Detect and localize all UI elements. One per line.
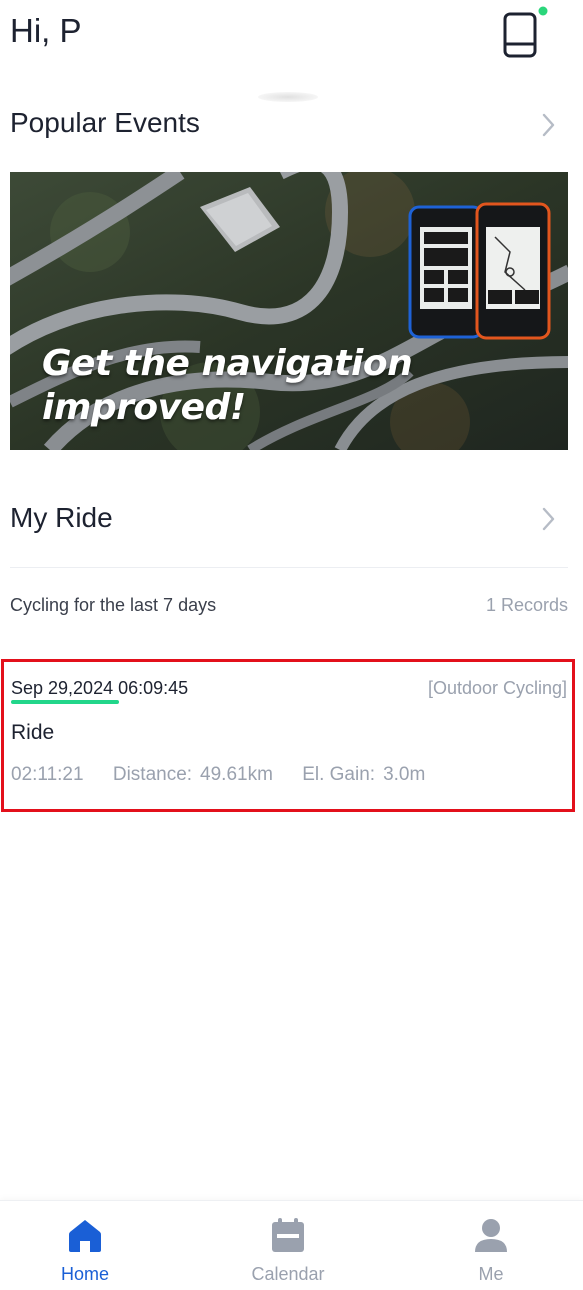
date-underline-marker [11,700,119,704]
ride-distance: Distance: 49.61km [113,764,273,785]
tab-calendar-label: Calendar [251,1264,325,1284]
section-divider [10,567,568,568]
my-ride-title[interactable]: My Ride [10,502,113,534]
ride-duration: 02:11:21 [11,764,84,785]
connection-status-dot [538,6,548,16]
calendar-icon [272,1218,304,1252]
event-banner[interactable]: Get the navigation improved! [10,172,568,450]
header: Hi, P [0,0,583,70]
banner-headline: Get the navigation improved! [42,342,413,430]
popular-events-chevron-icon[interactable] [536,111,560,139]
tab-me-label: Me [478,1264,504,1284]
person-icon [475,1219,507,1252]
device-icon [503,6,548,58]
tab-home-label: Home [60,1264,109,1284]
ride-distance-value: 49.61km [200,764,273,785]
tab-home[interactable]: Home [15,1201,155,1290]
ride-date: Sep 29,2024 06:09:45 [11,678,189,698]
bottom-tab-bar: Home Calendar Me [0,1200,583,1290]
ride-card[interactable]: Sep 29,2024 06:09:45 [Outdoor Cycling] R… [1,659,575,812]
device-button[interactable] [498,6,550,58]
ride-distance-label: Distance: [112,764,193,785]
banner-headline-line2: improved! [42,387,246,428]
popular-events-title[interactable]: Popular Events [10,107,200,139]
ride-name: Ride [11,721,55,744]
ride-elevation-label: El. Gain: [302,764,376,785]
tab-me[interactable]: Me [421,1201,561,1290]
ride-elevation: El. Gain: 3.0m [302,764,425,785]
ride-type: [Outdoor Cycling] [427,678,567,698]
home-icon [69,1220,101,1252]
ride-records-count: 1 Records [485,595,568,615]
ride-stats: 02:11:21 Distance: 49.61km El. Gain: 3.0m [11,764,449,786]
tab-calendar[interactable]: Calendar [218,1201,358,1290]
banner-headline-line1: Get the navigation [42,343,413,384]
greeting-title: Hi, P [10,12,82,49]
ride-summary-label: Cycling for the last 7 days [10,595,217,615]
ride-elevation-value: 3.0m [383,764,426,785]
decorative-shadow [258,92,318,102]
my-ride-chevron-icon[interactable] [536,505,560,533]
